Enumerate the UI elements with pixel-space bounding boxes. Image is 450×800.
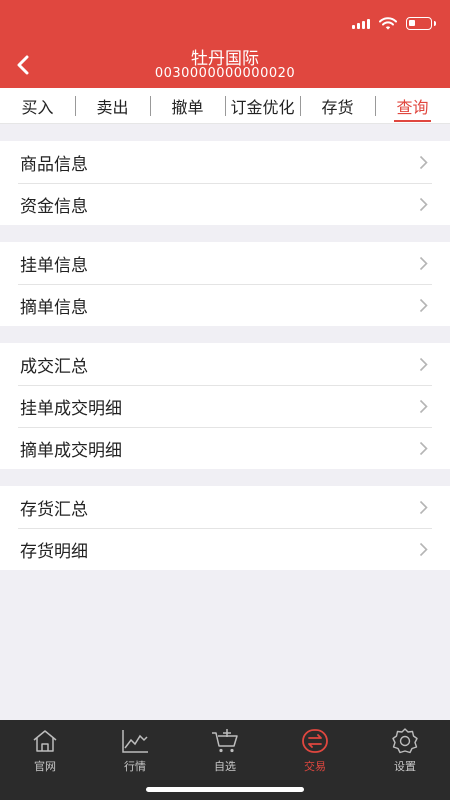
account-number: 0030000000000020 bbox=[154, 66, 296, 81]
menu-item-label: 存货明细 bbox=[20, 541, 88, 562]
tab-inventory[interactable]: 存货 bbox=[300, 88, 375, 123]
tabbar-label: 设置 bbox=[394, 760, 416, 773]
menu-item-inventory-detail[interactable]: 存货明细 bbox=[0, 528, 450, 570]
wifi-icon bbox=[379, 16, 397, 30]
battery-icon bbox=[406, 16, 436, 30]
chevron-right-icon bbox=[416, 396, 430, 416]
chevron-right-icon bbox=[416, 497, 430, 517]
chevron-right-icon bbox=[416, 295, 430, 315]
trade-tabs: 买入 卖出 撤单 订金优化 存货 查询 bbox=[0, 88, 450, 124]
tabbar-label: 自选 bbox=[214, 760, 236, 773]
menu-group-trades: 成交汇总 挂单成交明细 摘单成交明细 bbox=[0, 343, 450, 469]
tabbar-label: 行情 bbox=[124, 760, 146, 773]
menu-item-pending-trade-detail[interactable]: 挂单成交明细 bbox=[0, 385, 450, 427]
menu-item-pending-order-info[interactable]: 挂单信息 bbox=[0, 242, 450, 284]
chevron-right-icon bbox=[416, 253, 430, 273]
home-icon bbox=[29, 726, 61, 756]
tabbar-label: 交易 bbox=[304, 760, 326, 773]
gear-icon bbox=[389, 726, 421, 756]
tabbar-label: 官网 bbox=[34, 760, 56, 773]
menu-item-label: 商品信息 bbox=[20, 154, 88, 175]
menu-item-label: 挂单成交明细 bbox=[20, 398, 122, 419]
menu-item-funds-info[interactable]: 资金信息 bbox=[0, 183, 450, 225]
chevron-right-icon bbox=[416, 539, 430, 559]
chevron-right-icon bbox=[416, 194, 430, 214]
menu-item-product-info[interactable]: 商品信息 bbox=[0, 141, 450, 183]
menu-item-label: 资金信息 bbox=[20, 196, 88, 217]
tab-sell[interactable]: 卖出 bbox=[75, 88, 150, 123]
tab-deposit-optimize[interactable]: 订金优化 bbox=[225, 88, 300, 123]
cart-add-icon bbox=[209, 726, 241, 756]
menu-item-label: 成交汇总 bbox=[20, 356, 88, 377]
menu-group-inventory: 存货汇总 存货明细 bbox=[0, 486, 450, 570]
chevron-right-icon bbox=[416, 152, 430, 172]
chevron-right-icon bbox=[416, 438, 430, 458]
menu-item-label: 挂单信息 bbox=[20, 255, 88, 276]
menu-item-inventory-summary[interactable]: 存货汇总 bbox=[0, 486, 450, 528]
chevron-right-icon bbox=[416, 354, 430, 374]
menu-item-pick-trade-detail[interactable]: 摘单成交明细 bbox=[0, 427, 450, 469]
menu-group-orders: 挂单信息 摘单信息 bbox=[0, 242, 450, 326]
home-indicator bbox=[146, 787, 304, 792]
query-menu: 商品信息 资金信息 挂单信息 摘单信息 成交汇总 挂单成交明细 摘单成交明细 存… bbox=[0, 124, 450, 570]
app-header: 牡丹国际 0030000000000020 bbox=[0, 0, 450, 88]
tab-query[interactable]: 查询 bbox=[375, 88, 450, 123]
menu-item-label: 存货汇总 bbox=[20, 499, 88, 520]
exchange-icon bbox=[299, 726, 331, 756]
tab-cancel-order[interactable]: 撤单 bbox=[150, 88, 225, 123]
menu-group-info: 商品信息 资金信息 bbox=[0, 141, 450, 225]
menu-item-trade-summary[interactable]: 成交汇总 bbox=[0, 343, 450, 385]
tabbar-item-settings[interactable]: 设置 bbox=[360, 720, 450, 800]
chart-icon bbox=[119, 726, 151, 756]
menu-item-label: 摘单信息 bbox=[20, 297, 88, 318]
menu-item-label: 摘单成交明细 bbox=[20, 440, 122, 461]
menu-item-pick-order-info[interactable]: 摘单信息 bbox=[0, 284, 450, 326]
status-bar bbox=[352, 13, 436, 33]
tabbar-item-website[interactable]: 官网 bbox=[0, 720, 90, 800]
cellular-signal-icon bbox=[352, 17, 370, 29]
tab-buy[interactable]: 买入 bbox=[0, 88, 75, 123]
